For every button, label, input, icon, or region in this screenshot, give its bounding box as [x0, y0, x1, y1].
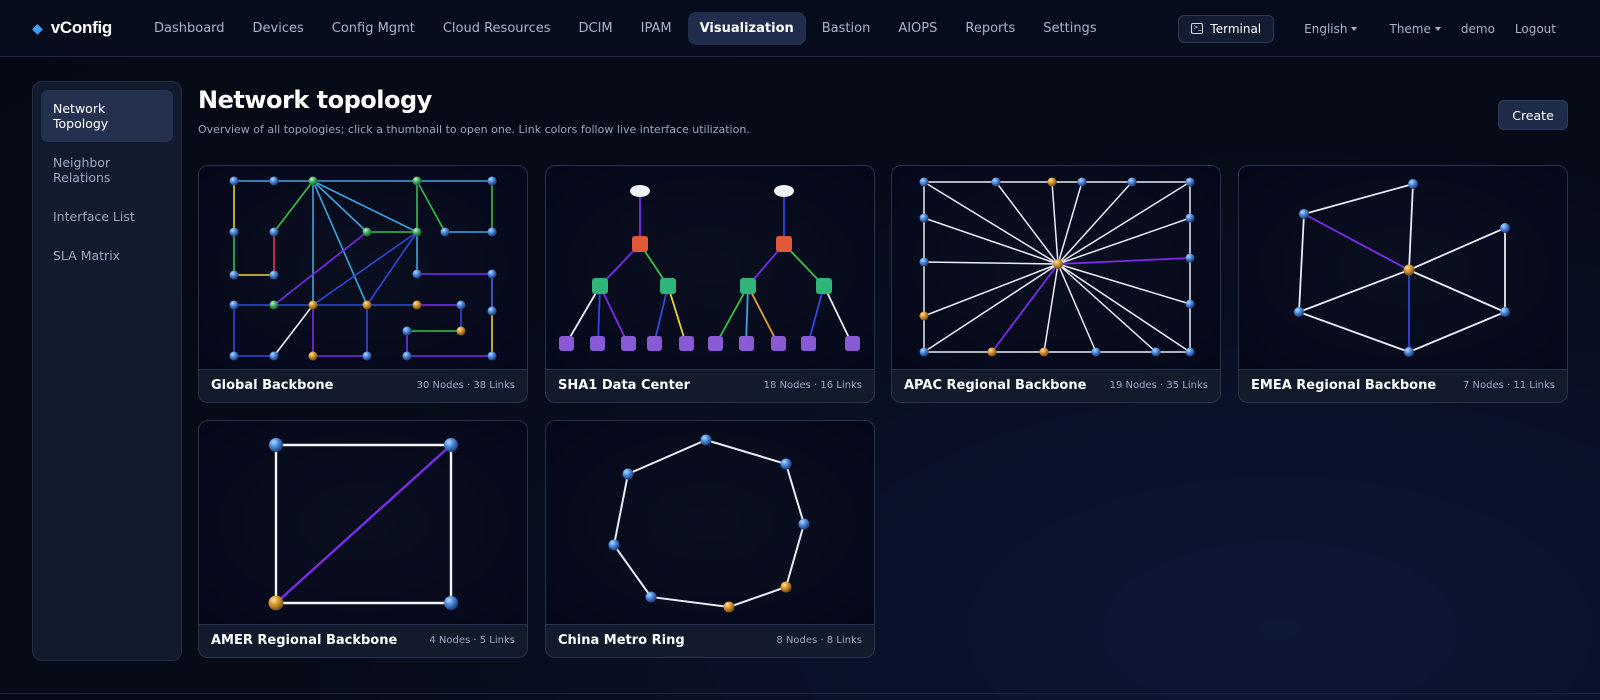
- language-label: English: [1304, 21, 1348, 36]
- logout-link[interactable]: Logout: [1515, 22, 1556, 36]
- nav-ipam[interactable]: IPAM: [629, 12, 684, 45]
- app-name: vConfig: [50, 18, 112, 37]
- topology-graph: [268, 438, 458, 611]
- sidebar: Network Topology Neighbor Relations Inte…: [32, 81, 182, 661]
- topology-card-sha1-data-center[interactable]: SHA1 Data Center 18 Nodes · 16 Links: [545, 165, 875, 403]
- topology-meta: 30 Nodes · 38 Links: [416, 380, 515, 391]
- sidebar-item-sla-matrix[interactable]: SLA Matrix: [41, 237, 173, 274]
- topology-name: APAC Regional Backbone: [904, 378, 1087, 393]
- nav-devices[interactable]: Devices: [241, 12, 316, 45]
- nav-cloud-resources[interactable]: Cloud Resources: [431, 12, 563, 45]
- terminal-button[interactable]: >_ Terminal: [1178, 14, 1275, 43]
- top-right-controls: >_ Terminal English Theme demo Logout: [1178, 0, 1566, 57]
- topology-card-global-backbone[interactable]: Global Backbone 30 Nodes · 38 Links: [198, 165, 528, 403]
- topology-meta: 7 Nodes · 11 Links: [1463, 380, 1555, 391]
- topology-name: Global Backbone: [211, 378, 334, 393]
- chevron-down-icon: [1351, 26, 1358, 31]
- language-dropdown[interactable]: English: [1304, 21, 1358, 36]
- nav-dcim[interactable]: DCIM: [567, 12, 625, 45]
- topology-graph: [919, 177, 1195, 357]
- nav-visualization[interactable]: Visualization: [687, 11, 806, 45]
- topology-card-amer-regional-backbone[interactable]: AMER Regional Backbone 4 Nodes · 5 Links: [198, 420, 528, 658]
- topology-thumbnail[interactable]: [1239, 166, 1567, 370]
- page-title: Network topology: [198, 86, 432, 114]
- theme-dropdown[interactable]: Theme: [1389, 21, 1441, 36]
- user-name[interactable]: demo: [1461, 22, 1495, 36]
- topology-thumbnail[interactable]: [199, 166, 527, 370]
- brand[interactable]: ◆ vConfig: [32, 18, 142, 38]
- diamond-icon: ◆: [32, 19, 43, 36]
- topology-name: China Metro Ring: [558, 633, 685, 648]
- topology-name: EMEA Regional Backbone: [1251, 378, 1437, 393]
- chevron-down-icon: [1434, 26, 1441, 31]
- page-subtitle: Overview of all topologies; click a thum…: [198, 123, 750, 136]
- topology-name: SHA1 Data Center: [558, 378, 691, 393]
- theme-label: Theme: [1389, 21, 1431, 36]
- topology-thumbnail[interactable]: [546, 166, 874, 370]
- sidebar-item-neighbor-relations[interactable]: Neighbor Relations: [41, 144, 173, 196]
- topology-graph: [559, 185, 860, 351]
- topology-graph: [1294, 179, 1510, 357]
- sidebar-item-interface-list[interactable]: Interface List: [41, 198, 173, 235]
- topology-card-china-metro-ring[interactable]: China Metro Ring 8 Nodes · 8 Links: [545, 420, 875, 658]
- footer-divider: [0, 693, 1600, 694]
- terminal-icon: >_: [1191, 23, 1204, 34]
- topology-meta: 18 Nodes · 16 Links: [763, 380, 862, 391]
- top-navbar: ◆ vConfig Dashboard Devices Config Mgmt …: [0, 0, 1600, 57]
- topology-meta: 19 Nodes · 35 Links: [1109, 380, 1208, 391]
- topology-graph: [229, 176, 497, 361]
- nav-dashboard[interactable]: Dashboard: [142, 12, 237, 45]
- main-nav: Dashboard Devices Config Mgmt Cloud Reso…: [142, 11, 1113, 45]
- topology-thumbnail[interactable]: [892, 166, 1220, 370]
- nav-reports[interactable]: Reports: [953, 12, 1027, 45]
- topology-card-emea-regional-backbone[interactable]: EMEA Regional Backbone 7 Nodes · 11 Link…: [1238, 165, 1568, 403]
- create-button[interactable]: Create: [1498, 100, 1568, 130]
- topology-graph: [608, 434, 810, 613]
- nav-settings[interactable]: Settings: [1031, 12, 1108, 45]
- topology-thumbnail[interactable]: [546, 421, 874, 625]
- terminal-label: Terminal: [1210, 21, 1262, 36]
- topology-meta: 8 Nodes · 8 Links: [776, 635, 862, 646]
- topology-meta: 4 Nodes · 5 Links: [429, 635, 515, 646]
- nav-bastion[interactable]: Bastion: [810, 12, 883, 45]
- topology-thumbnail[interactable]: [199, 421, 527, 625]
- nav-config-mgmt[interactable]: Config Mgmt: [320, 12, 427, 45]
- nav-aiops[interactable]: AIOPS: [886, 12, 949, 45]
- topology-card-apac-regional-backbone[interactable]: APAC Regional Backbone 19 Nodes · 35 Lin…: [891, 165, 1221, 403]
- sidebar-item-network-topology[interactable]: Network Topology: [41, 90, 173, 142]
- topology-name: AMER Regional Backbone: [211, 633, 398, 648]
